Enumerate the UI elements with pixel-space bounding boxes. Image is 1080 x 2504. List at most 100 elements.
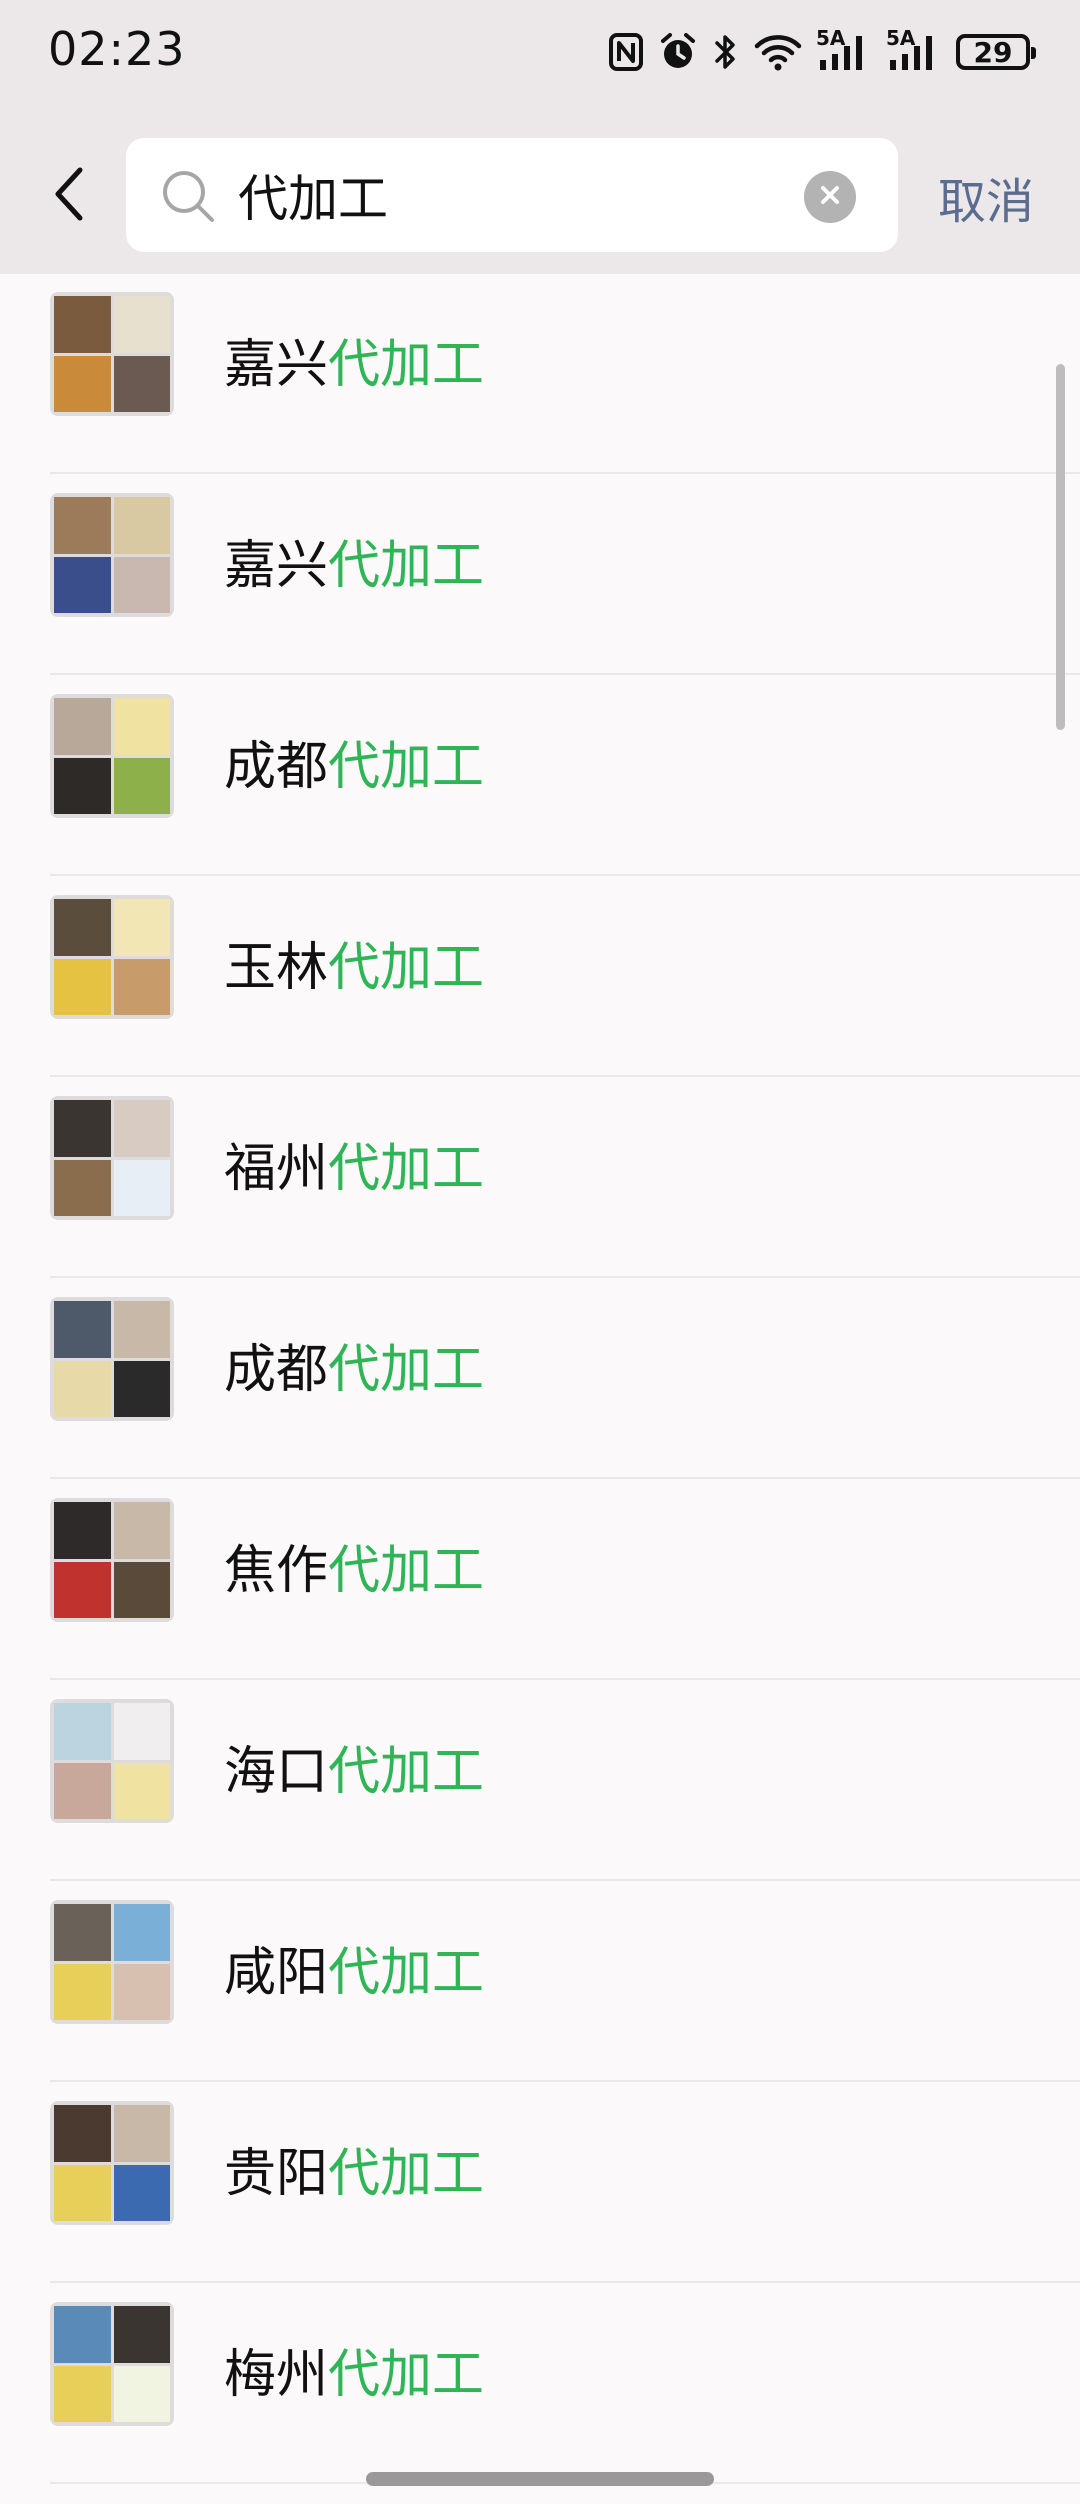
avatar-tile: [54, 1159, 111, 1216]
result-row[interactable]: 成都代加工: [0, 676, 1080, 876]
avatar-tile: [54, 2306, 111, 2363]
bluetooth-icon: [712, 32, 740, 72]
search-box[interactable]: [126, 138, 898, 252]
avatar-tile: [113, 958, 170, 1015]
result-title-prefix: 嘉兴: [224, 335, 329, 395]
result-title-prefix: 玉林: [224, 938, 329, 998]
result-title-match: 代加工: [328, 2345, 485, 2405]
group-avatar: [50, 493, 174, 617]
avatar-tile: [54, 757, 111, 814]
result-row[interactable]: 嘉兴代加工: [0, 475, 1080, 675]
result-title-prefix: 焦作: [224, 1541, 329, 1601]
result-title: 焦作代加工: [224, 1528, 484, 1603]
wifi-icon: [754, 32, 802, 72]
avatar-tile: [54, 296, 111, 353]
avatar-tile: [54, 899, 111, 956]
results-list: 嘉兴代加工 嘉兴代加工 成都代加工 玉林代加工 福州代加工 成都代加工 焦作代加工 海口代加工…: [0, 274, 1080, 2504]
avatar-tile: [113, 296, 170, 353]
result-row[interactable]: 焦作代加工: [0, 1480, 1080, 1680]
result-title-match: 代加工: [328, 1340, 485, 1400]
result-row[interactable]: 梅州代加工: [0, 2284, 1080, 2484]
result-title: 成都代加工: [224, 1327, 484, 1402]
result-row[interactable]: 咸阳代加工: [0, 1882, 1080, 2082]
search-input[interactable]: [238, 152, 798, 238]
avatar-tile: [54, 1561, 111, 1618]
avatar-tile: [113, 1502, 170, 1559]
avatar-tile: [113, 757, 170, 814]
home-indicator[interactable]: [366, 2472, 714, 2486]
result-title: 海口代加工: [224, 1729, 484, 1804]
result-title: 咸阳代加工: [224, 1930, 484, 2005]
result-title: 嘉兴代加工: [224, 523, 484, 598]
battery-icon: 29: [956, 34, 1036, 70]
avatar-tile: [54, 1502, 111, 1559]
avatar-grid: [54, 1301, 170, 1417]
avatar-grid: [54, 1502, 170, 1618]
scrollbar[interactable]: [1056, 364, 1065, 730]
signal-icon: 5A: [886, 26, 942, 74]
avatar-tile: [113, 1762, 170, 1819]
battery-level: 29: [973, 35, 1013, 69]
group-avatar: [50, 2101, 174, 2225]
avatar-tile: [54, 2105, 111, 2162]
group-avatar: [50, 1297, 174, 1421]
avatar-grid: [54, 1904, 170, 2020]
avatar-tile: [113, 1159, 170, 1216]
group-avatar: [50, 1900, 174, 2024]
result-title-prefix: 贵阳: [224, 2144, 329, 2204]
search-icon: [160, 168, 216, 224]
avatar-tile: [113, 899, 170, 956]
avatar-grid: [54, 497, 170, 613]
avatar-tile: [113, 2105, 170, 2162]
row-divider: [50, 1477, 1080, 1479]
row-divider: [50, 1276, 1080, 1278]
back-button[interactable]: [40, 156, 100, 236]
result-title-match: 代加工: [328, 1742, 485, 1802]
avatar-tile: [113, 1703, 170, 1760]
avatar-grid: [54, 1100, 170, 1216]
avatar-tile: [113, 1904, 170, 1961]
cancel-button[interactable]: 取消: [938, 162, 1034, 232]
group-avatar: [50, 292, 174, 416]
row-divider: [50, 472, 1080, 474]
result-title: 成都代加工: [224, 724, 484, 799]
group-avatar: [50, 1699, 174, 1823]
avatar-grid: [54, 2105, 170, 2221]
status-icons: 5A 5A 29: [608, 26, 1036, 76]
avatar-grid: [54, 1703, 170, 1819]
avatar-grid: [54, 899, 170, 1015]
avatar-tile: [54, 497, 111, 554]
result-row[interactable]: 嘉兴代加工: [0, 274, 1080, 474]
avatar-tile: [54, 2164, 111, 2221]
avatar-tile: [54, 1963, 111, 2020]
result-title-prefix: 成都: [224, 737, 329, 797]
result-row[interactable]: 贵阳代加工: [0, 2083, 1080, 2283]
result-row[interactable]: 玉林代加工: [0, 877, 1080, 1077]
search-header: 取消: [0, 104, 1080, 274]
result-row[interactable]: 海口代加工: [0, 1681, 1080, 1881]
alarm-icon: [658, 32, 698, 72]
avatar-tile: [113, 497, 170, 554]
row-divider: [50, 2080, 1080, 2082]
result-title: 玉林代加工: [224, 925, 484, 1000]
result-title-prefix: 成都: [224, 1340, 329, 1400]
result-title-match: 代加工: [328, 1541, 485, 1601]
result-title-match: 代加工: [328, 1139, 485, 1199]
avatar-tile: [113, 1561, 170, 1618]
signal-icon: 5A: [816, 26, 872, 74]
avatar-grid: [54, 2306, 170, 2422]
avatar-tile: [113, 556, 170, 613]
avatar-tile: [54, 1703, 111, 1760]
result-row[interactable]: 成都代加工: [0, 1279, 1080, 1479]
group-avatar: [50, 2302, 174, 2426]
avatar-tile: [54, 1100, 111, 1157]
back-arrow-icon: [50, 164, 90, 228]
status-bar: 02:23 5A 5A 29: [0, 0, 1080, 104]
result-row[interactable]: 福州代加工: [0, 1078, 1080, 1278]
row-divider: [50, 1075, 1080, 1077]
clear-button[interactable]: [804, 171, 856, 223]
result-title: 贵阳代加工: [224, 2131, 484, 2206]
result-title-prefix: 海口: [224, 1742, 329, 1802]
group-avatar: [50, 895, 174, 1019]
avatar-grid: [54, 296, 170, 412]
